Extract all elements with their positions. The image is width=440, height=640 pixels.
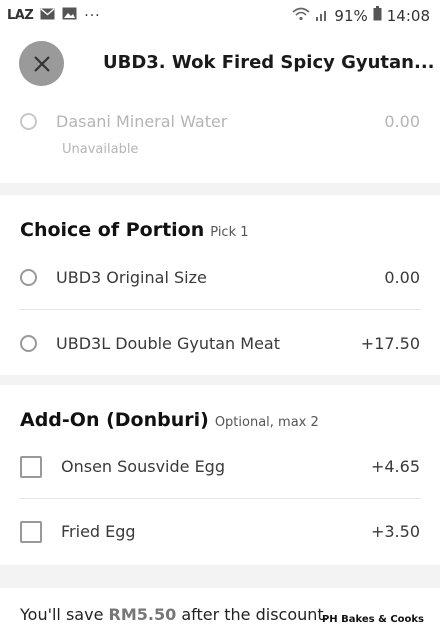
watermark: PH Bakes & Cooks [321, 614, 424, 625]
option-label: Fried Egg [61, 522, 136, 541]
section-title-text: Add-On (Donburi) [20, 409, 209, 431]
section-title: Choice of Portion Pick 1 [20, 219, 249, 241]
addon-section: Add-On (Donburi) Optional, max 2 Onsen So… [0, 385, 440, 565]
section-title: Add-On (Donburi) Optional, max 2 [20, 409, 319, 431]
radio-icon [20, 113, 37, 130]
lazada-notification-icon: LAZ [7, 8, 34, 23]
option-label: Onsen Sousvide Egg [61, 457, 225, 476]
option-label: UBD3L Double Gyutan Meat [56, 334, 281, 353]
signal-icon [315, 7, 329, 25]
option-label: UBD3 Original Size [56, 268, 207, 287]
close-icon [33, 55, 50, 72]
option-price: +3.50 [370, 522, 420, 541]
option-price: +4.65 [370, 457, 420, 476]
save-suffix: after the discount. [181, 605, 329, 624]
section-subtitle: Optional, max 2 [214, 415, 319, 430]
divider [20, 498, 420, 499]
save-amount: RM5.50 [108, 605, 177, 624]
discount-footer: You'll save RM5.50 after the discount. P… [0, 588, 440, 640]
radio-icon [20, 335, 37, 352]
option-price: +17.50 [360, 334, 420, 353]
option-price: 0.00 [384, 112, 420, 131]
page-title: UBD3. Wok Fired Spicy Gyutan... [103, 52, 435, 73]
drinks-section: Dasani Mineral Water 0.00 Unavailable [0, 95, 440, 183]
discount-message: You'll save RM5.50 after the discount. [20, 605, 329, 624]
status-bar: LAZ ··· 91% 14:08 [0, 0, 440, 32]
dish-header: UBD3. Wok Fired Spicy Gyutan... [0, 32, 440, 95]
image-icon [62, 7, 77, 24]
option-price: 0.00 [384, 268, 420, 287]
save-prefix: You'll save [20, 605, 104, 624]
more-notifications-icon: ··· [84, 7, 101, 24]
battery-icon [373, 6, 382, 25]
portion-section: Choice of Portion Pick 1 UBD3 Original Si… [0, 195, 440, 375]
checkbox-icon [20, 521, 42, 543]
checkbox-icon [20, 456, 42, 478]
unavailable-note: Unavailable [62, 142, 139, 157]
section-subtitle: Pick 1 [210, 225, 249, 240]
divider [20, 309, 420, 310]
section-title-text: Choice of Portion [20, 219, 205, 241]
mail-icon [40, 7, 55, 24]
battery-percent: 91% [334, 6, 368, 25]
radio-icon [20, 269, 37, 286]
clock: 14:08 [386, 6, 430, 25]
close-button[interactable] [19, 41, 64, 86]
option-label: Dasani Mineral Water [56, 112, 228, 131]
wifi-icon [292, 7, 310, 25]
